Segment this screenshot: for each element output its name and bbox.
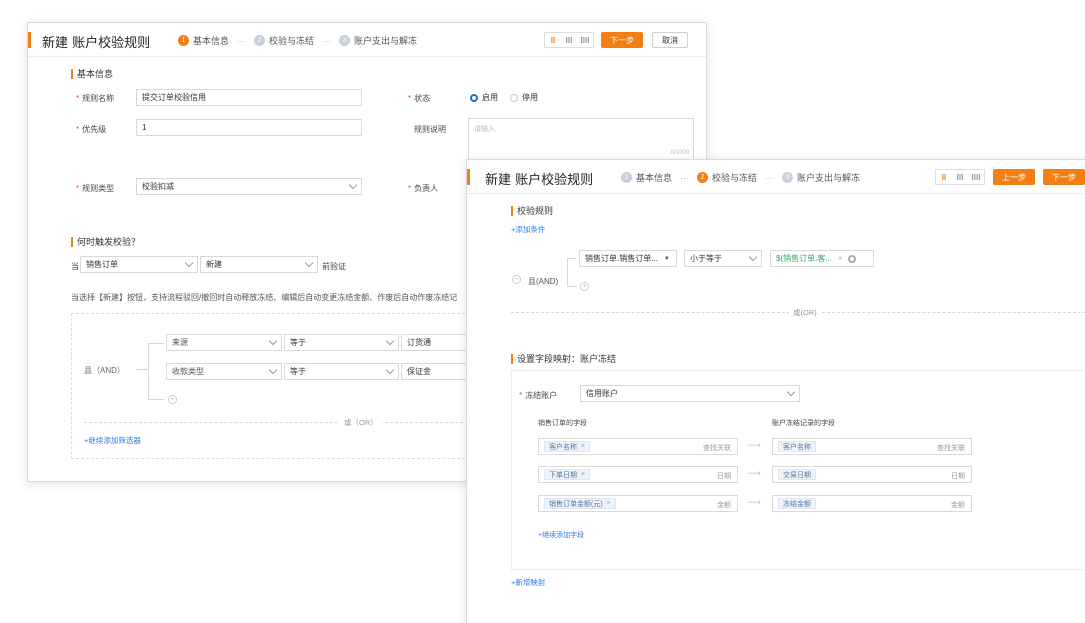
- prev-button[interactable]: 上一步: [993, 169, 1035, 185]
- add-condition-link[interactable]: +添加条件: [511, 224, 545, 235]
- freeze-account-select[interactable]: 信用账户: [580, 385, 800, 402]
- arrow-right-icon: ⟶: [748, 497, 761, 507]
- section-field-mapping: 设置字段映射：账户冻结: [511, 352, 616, 365]
- trigger-object-select[interactable]: 销售订单: [80, 256, 198, 273]
- priority-input[interactable]: 1: [136, 119, 362, 136]
- arrow-right-icon: ⟶: [748, 440, 761, 450]
- remove-tag-icon: ×: [581, 471, 586, 478]
- status-disabled-radio[interactable]: 停用: [510, 92, 538, 103]
- chevron-down-icon: [269, 367, 277, 375]
- add-field-link[interactable]: +继续添加字段: [538, 530, 584, 540]
- layout-3col-icon[interactable]: III: [952, 170, 968, 184]
- and-label: 且（AND）: [84, 366, 125, 375]
- priority-label: * 优先级: [76, 125, 107, 134]
- cond2-field-select[interactable]: 收款类型: [166, 363, 282, 380]
- next-button[interactable]: 下一步: [1043, 169, 1085, 185]
- cond2-op-select[interactable]: 等于: [284, 363, 399, 380]
- status-enabled-radio[interactable]: 启用: [470, 92, 498, 103]
- desc-char-count: 0/1000: [670, 150, 689, 156]
- step-indicator: 1 基本信息 ··· 2 校验与冻结 ··· 3 账户支出与解冻: [178, 34, 417, 47]
- chevron-down-icon: [386, 338, 394, 346]
- chevron-down-icon: [305, 260, 313, 268]
- status-label: * 状态: [408, 94, 431, 103]
- cond-field-select[interactable]: 销售订单.销售订单... ▼: [579, 250, 677, 267]
- title-accent: [467, 169, 470, 185]
- step-indicator: 1 基本信息 ··· 2 校验与冻结 ··· 3 账户支出与解冻: [621, 171, 860, 184]
- add-condition-icon[interactable]: +: [168, 395, 177, 404]
- add-filter-link[interactable]: +继续添加筛选器: [84, 435, 141, 446]
- and-label: 且(AND): [528, 277, 559, 286]
- cond-value-input[interactable]: $(销售订单.客... ×: [770, 250, 874, 267]
- map3-left-field[interactable]: 销售订单金额(元) × 金额: [538, 495, 738, 512]
- layout-4col-icon[interactable]: IIII: [577, 33, 593, 47]
- chevron-down-icon: [787, 389, 795, 397]
- map2-left-field[interactable]: 下单日期 × 日期: [538, 466, 738, 483]
- step-basic[interactable]: 1 基本信息: [178, 34, 229, 47]
- when-label: 当: [71, 262, 79, 271]
- next-button[interactable]: 下一步: [601, 32, 643, 48]
- rule-name-input[interactable]: 提交订单校验信用: [136, 89, 362, 106]
- map2-right-field[interactable]: 交易日期 日期: [772, 466, 972, 483]
- layout-3col-icon[interactable]: III: [561, 33, 577, 47]
- or-label: 或(OR): [789, 307, 821, 318]
- title-accent: [28, 32, 31, 48]
- add-mapping-link[interactable]: +新增映射: [511, 577, 545, 588]
- freeze-account-label: * 冻结账户: [519, 391, 558, 400]
- remove-group-icon[interactable]: −: [512, 275, 521, 284]
- page-title: 新建 账户校验规则: [42, 36, 151, 51]
- step-check-freeze[interactable]: 2 校验与冻结: [254, 34, 314, 47]
- layout-switcher: II III IIII: [544, 32, 594, 48]
- section-basic-info: 基本信息: [71, 67, 113, 80]
- arrow-right-icon: ⟶: [748, 468, 761, 478]
- owner-label: * 负责人: [408, 184, 439, 193]
- clear-icon[interactable]: ×: [838, 254, 843, 263]
- chevron-down-icon: [185, 260, 193, 268]
- cond1-op-select[interactable]: 等于: [284, 334, 399, 351]
- right-column-header: 账户冻结记录的字段: [772, 420, 835, 427]
- section-check-rules: 校验规则: [511, 204, 553, 217]
- header: 新建 账户校验规则 1 基本信息 ··· 2 校验与冻结 ··· 3 账户支出与解冻 …: [28, 23, 706, 57]
- page-title: 新建 账户校验规则: [485, 173, 594, 188]
- gear-icon[interactable]: [847, 254, 856, 263]
- step-expense-unfreeze[interactable]: 3 账户支出与解冻: [339, 34, 417, 47]
- step-expense-unfreeze[interactable]: 3 账户支出与解冻: [782, 171, 860, 184]
- chevron-down-icon: [386, 367, 394, 375]
- map1-right-field[interactable]: 客户名称 查找关联: [772, 438, 972, 455]
- cancel-button[interactable]: 取消: [652, 32, 688, 48]
- desc-textarea[interactable]: 请输入 0/1000: [468, 118, 694, 160]
- step-basic[interactable]: 1 基本信息: [621, 171, 672, 184]
- chevron-down-icon: [269, 338, 277, 346]
- step-check-freeze[interactable]: 2 校验与冻结: [697, 171, 757, 184]
- or-label: 或（OR）: [340, 417, 382, 428]
- left-column-header: 销售订单的字段: [538, 420, 587, 427]
- add-condition-icon[interactable]: +: [580, 282, 589, 291]
- remove-tag-icon: ×: [606, 500, 611, 507]
- when-suffix: 前验证: [322, 262, 346, 271]
- trigger-description: 当选择【新建】按钮，支持流程驳回/撤回时自动释放冻结、编辑后自动变更冻结金额、作…: [71, 293, 458, 302]
- trigger-action-select[interactable]: 新建: [200, 256, 318, 273]
- layout-2col-icon[interactable]: II: [545, 33, 561, 47]
- cond-op-select[interactable]: 小于等于: [684, 250, 762, 267]
- rule-name-label: * 规则名称: [76, 94, 115, 103]
- desc-label: 规则说明: [414, 125, 446, 134]
- layout-2col-icon[interactable]: II: [936, 170, 952, 184]
- chevron-down-icon: [749, 254, 757, 262]
- map1-left-field[interactable]: 客户名称 × 查找关联: [538, 438, 738, 455]
- layout-4col-icon[interactable]: IIII: [968, 170, 984, 184]
- cond1-field-select[interactable]: 来源: [166, 334, 282, 351]
- chevron-down-icon: [349, 182, 357, 190]
- header: 新建 账户校验规则 1 基本信息 ··· 2 校验与冻结 ··· 3 账户支出与解冻 …: [467, 160, 1085, 194]
- rule-form-step2: 新建 账户校验规则 1 基本信息 ··· 2 校验与冻结 ··· 3 账户支出与解冻 …: [466, 159, 1085, 623]
- rule-type-label: * 规则类型: [76, 184, 115, 193]
- map3-right-field[interactable]: 冻结金额 金额: [772, 495, 972, 512]
- rule-type-select[interactable]: 校验扣减: [136, 178, 362, 195]
- layout-switcher: II III IIII: [935, 169, 985, 185]
- caret-down-icon: ▼: [663, 255, 670, 262]
- section-trigger: 何时触发校验？: [71, 235, 140, 248]
- remove-tag-icon: ×: [581, 443, 586, 450]
